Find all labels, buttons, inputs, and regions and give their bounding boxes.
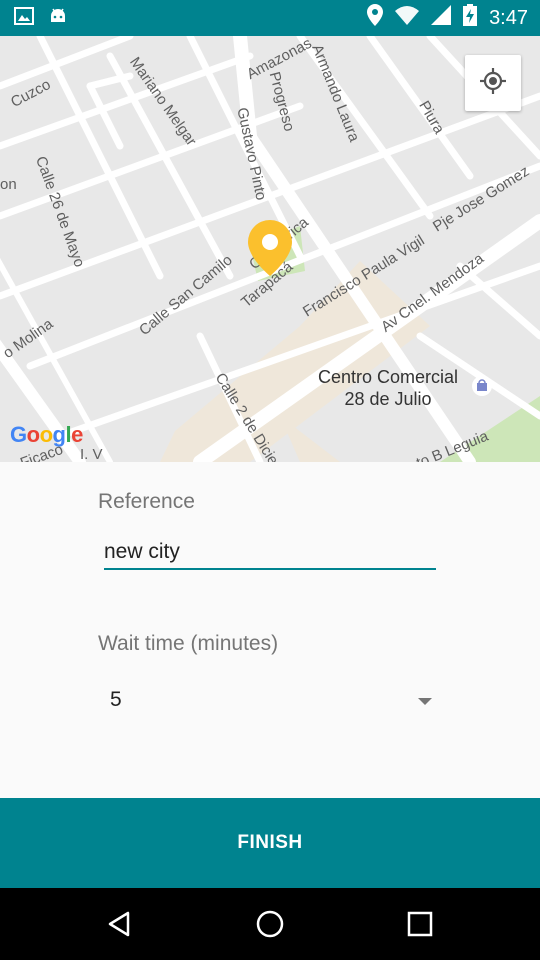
battery-charging-icon [463,4,478,32]
street-label: I. V [80,446,103,462]
android-icon [48,6,68,30]
home-icon [255,909,285,943]
form-panel [0,462,540,798]
reference-label: Reference [98,490,195,513]
wifi-icon [395,5,420,31]
status-bar: 3:47 [0,0,540,36]
back-icon [106,910,134,942]
home-button[interactable] [250,906,290,946]
wait-time-value: 5 [110,688,122,711]
status-time: 3:47 [489,6,528,29]
recents-icon [407,911,433,941]
my-location-icon [479,67,507,99]
navigation-bar [0,888,540,960]
back-button[interactable] [100,906,140,946]
google-logo: Google [10,422,83,447]
finish-button[interactable]: FINISH [0,798,540,888]
recents-button[interactable] [400,906,440,946]
dropdown-arrow-icon [418,698,432,705]
location-icon [367,4,384,32]
poi-line-2: 28 de Julio [344,389,432,409]
signal-icon [431,5,452,31]
reference-input[interactable] [104,536,436,570]
street-label: on [0,176,17,193]
wait-time-label: Wait time (minutes) [98,632,279,655]
poi-line-1: Centro Comercial [318,367,459,387]
poi-label: Centro Comercial 28 de Julio [318,366,458,410]
map-view[interactable]: Cuzco Mariano Melgar Amazonas Progreso A… [0,36,540,462]
my-location-button[interactable] [465,55,521,111]
wait-time-spinner[interactable]: 5 [104,680,436,724]
image-icon [14,6,34,30]
